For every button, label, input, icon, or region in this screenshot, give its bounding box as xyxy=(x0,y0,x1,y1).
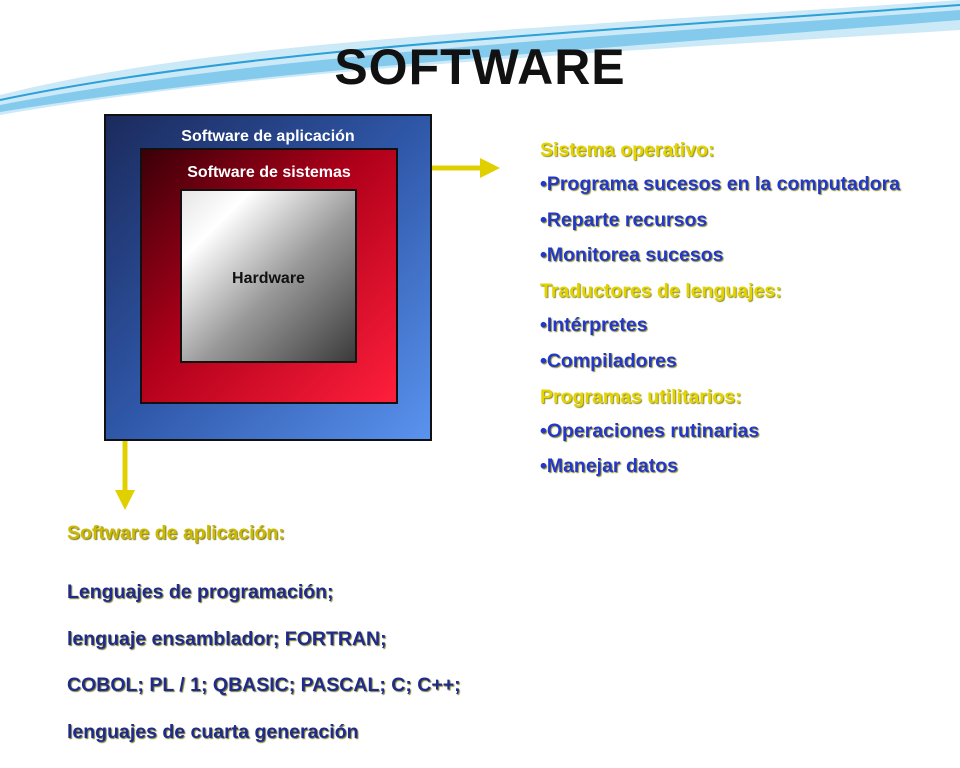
list-item: •Programa sucesos en la computadora xyxy=(540,172,901,195)
list-item: •Operaciones rutinarias xyxy=(540,419,760,442)
list-item-text: Monitorea sucesos xyxy=(546,244,724,267)
application-software-details: Software de aplicación: Lenguajes de pro… xyxy=(67,522,587,768)
languages-line: COBOL; PL / 1; QBASIC; PASCAL; C; C++; xyxy=(67,674,461,697)
languages-line: lenguaje ensamblador; FORTRAN; xyxy=(67,627,387,650)
application-software-heading: Software de aplicación: xyxy=(67,522,285,544)
list-item-text: Reparte recursos xyxy=(546,208,708,231)
hardware-label: Hardware xyxy=(232,270,305,287)
section-heading-os: Sistema operativo: xyxy=(540,139,715,161)
list-item-text: Manejar datos xyxy=(546,455,678,478)
list-item: •Monitorea sucesos xyxy=(540,244,724,267)
list-item-text: Compiladores xyxy=(546,349,677,372)
list-item-text: Intérpretes xyxy=(546,314,648,337)
list-item: •Reparte recursos xyxy=(540,208,708,231)
list-item-text: Programa sucesos en la computadora xyxy=(546,172,901,195)
section-heading-translators: Traductores de lenguajes: xyxy=(540,280,782,303)
languages-line: Lenguajes de programación; xyxy=(67,580,334,603)
system-software-details: Sistema operativo: •Programa sucesos en … xyxy=(540,139,950,492)
page-title: SOFTWARE xyxy=(334,39,626,95)
system-software-label: Software de sistemas xyxy=(187,164,351,181)
list-item: •Intérpretes xyxy=(540,314,648,337)
list-item-text: Operaciones rutinarias xyxy=(546,419,760,442)
application-software-label: Software de aplicación xyxy=(181,128,355,145)
languages-text: Lenguajes de programación; lenguaje ensa… xyxy=(67,557,587,768)
languages-line: lenguajes de cuarta generación xyxy=(67,721,359,744)
list-item: •Compiladores xyxy=(540,349,677,372)
list-item: •Manejar datos xyxy=(540,455,678,478)
down-arrow xyxy=(115,441,135,510)
right-arrow xyxy=(432,158,500,178)
section-heading-utilities: Programas utilitarios: xyxy=(540,385,742,408)
